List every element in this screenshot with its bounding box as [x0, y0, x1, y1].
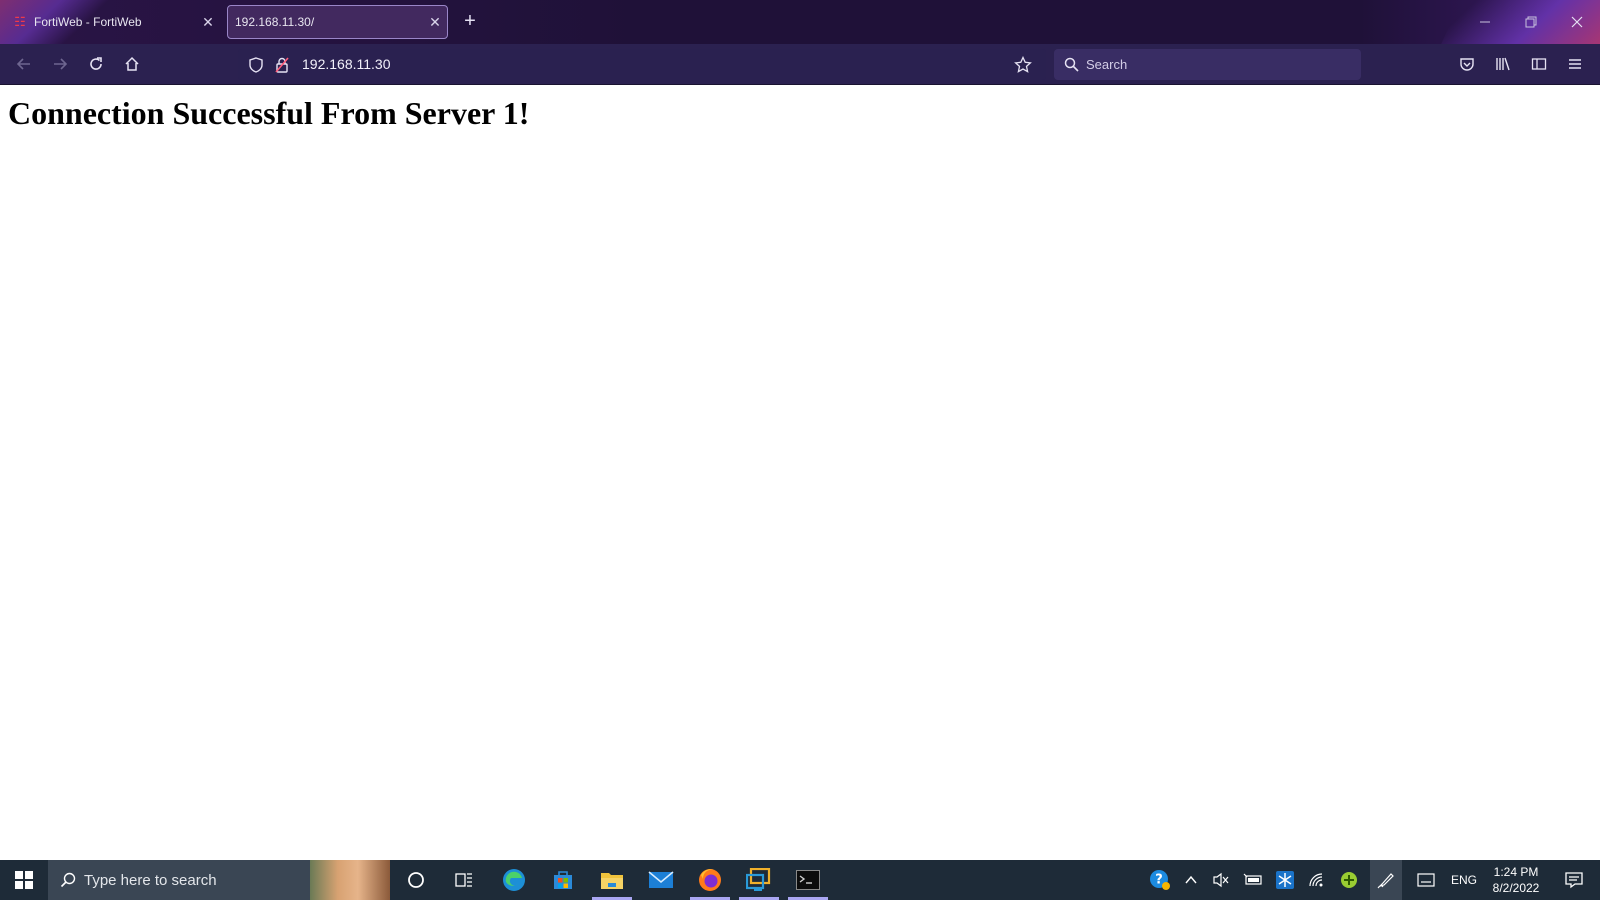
- close-tab-icon[interactable]: ✕: [196, 14, 220, 31]
- minimize-button[interactable]: [1462, 0, 1508, 44]
- new-tab-button[interactable]: +: [459, 10, 481, 32]
- fortinet-logo-icon: ☷: [14, 14, 26, 29]
- taskbar-search-placeholder: Type here to search: [84, 871, 217, 889]
- pocket-icon: [1460, 58, 1474, 71]
- cortana-button[interactable]: [392, 860, 440, 900]
- snowflake-icon: [1276, 871, 1294, 889]
- search-icon: [60, 872, 76, 888]
- help-icon: ?: [1150, 870, 1170, 890]
- wifi-icon: [1309, 873, 1323, 887]
- insecure-lock-icon[interactable]: [274, 57, 290, 73]
- menu-button[interactable]: [1563, 52, 1587, 76]
- shield-icon[interactable]: [248, 57, 264, 73]
- restore-icon: [1525, 16, 1537, 28]
- show-hidden-icons-button[interactable]: [1178, 860, 1204, 900]
- library-icon: [1496, 57, 1510, 71]
- volume-button[interactable]: [1208, 860, 1234, 900]
- windows-taskbar: Type here to search ? ENG 1:24 PM 8/2/20…: [0, 860, 1600, 900]
- home-icon: [125, 56, 139, 71]
- back-button[interactable]: [12, 52, 36, 76]
- tab-server[interactable]: 192.168.11.30/ ✕: [227, 5, 448, 39]
- taskbar-app-terminal[interactable]: [784, 860, 832, 900]
- start-button[interactable]: [0, 860, 48, 900]
- sidebar-icon: [1531, 58, 1547, 70]
- page-viewport: Connection Successful From Server 1!: [0, 85, 1600, 860]
- battery-button[interactable]: [1240, 860, 1266, 900]
- task-view-icon: [455, 873, 472, 887]
- cortana-circle-icon: [408, 872, 424, 888]
- hamburger-menu-icon: [1569, 59, 1581, 69]
- tab-fortiweb[interactable]: ☷ FortiWeb - FortiWeb ✕: [4, 5, 220, 39]
- bookmark-star-icon[interactable]: [1014, 56, 1032, 74]
- reload-button[interactable]: [84, 52, 108, 76]
- restore-button[interactable]: [1508, 0, 1554, 44]
- notifications-button[interactable]: [1554, 860, 1594, 900]
- search-bar[interactable]: Search: [1054, 49, 1361, 80]
- search-icon: [1064, 57, 1079, 72]
- help-tray-button[interactable]: ?: [1146, 860, 1174, 900]
- search-placeholder: Search: [1086, 57, 1128, 72]
- task-view-button[interactable]: [440, 860, 488, 900]
- close-icon: [1571, 16, 1583, 28]
- tab-label: 192.168.11.30/: [235, 15, 315, 29]
- taskbar-app-file-explorer[interactable]: [588, 860, 636, 900]
- taskbar-app-store[interactable]: [539, 860, 587, 900]
- forward-button[interactable]: [48, 52, 72, 76]
- windows-logo-icon: [15, 871, 33, 889]
- mail-icon: [648, 871, 674, 888]
- snowflake-tray-button[interactable]: [1272, 860, 1298, 900]
- reload-icon: [90, 57, 102, 70]
- chevron-up-icon: [1185, 875, 1197, 884]
- firefox-icon: [699, 869, 721, 891]
- taskbar-app-firefox[interactable]: [686, 860, 734, 900]
- clock-date: 8/2/2022: [1492, 881, 1540, 895]
- taskbar-app-remote-desktop[interactable]: [735, 860, 783, 900]
- input-language-indicator[interactable]: ENG: [1446, 860, 1482, 900]
- tab-label: FortiWeb - FortiWeb: [34, 15, 142, 29]
- svg-text:?: ?: [1155, 873, 1163, 888]
- browser-titlebar: ☷ FortiWeb - FortiWeb ✕ 192.168.11.30/ ✕…: [0, 0, 1600, 44]
- pocket-button[interactable]: [1455, 52, 1479, 76]
- taskbar-search-box[interactable]: Type here to search: [48, 860, 390, 900]
- vpn-tray-button[interactable]: [1336, 860, 1362, 900]
- network-button[interactable]: [1304, 860, 1330, 900]
- pen-icon: [1377, 873, 1394, 889]
- terminal-icon: [796, 870, 820, 890]
- address-bar[interactable]: 192.168.11.30: [238, 49, 1046, 80]
- url-text: 192.168.11.30: [302, 56, 391, 72]
- close-tab-icon[interactable]: ✕: [423, 14, 447, 31]
- browser-navbar: 192.168.11.30 Search: [0, 44, 1600, 85]
- touch-keyboard-button[interactable]: [1412, 860, 1440, 900]
- search-highlight-image: [310, 860, 390, 900]
- arrow-right-icon: [54, 58, 68, 70]
- clock-time: 1:24 PM: [1493, 865, 1539, 879]
- minimize-icon: [1480, 21, 1490, 23]
- store-icon: [554, 871, 572, 889]
- taskbar-app-mail[interactable]: [637, 860, 685, 900]
- remote-desktop-icon: [746, 868, 771, 891]
- keyboard-icon: [1417, 873, 1435, 887]
- volume-muted-icon: [1213, 872, 1229, 888]
- close-window-button[interactable]: [1554, 0, 1600, 44]
- taskbar-app-edge[interactable]: [490, 860, 538, 900]
- battery-charging-icon: [1243, 873, 1262, 885]
- home-button[interactable]: [120, 52, 144, 76]
- sidebar-button[interactable]: [1527, 52, 1551, 76]
- file-explorer-icon: [601, 873, 623, 889]
- pen-workspace-button[interactable]: [1370, 860, 1402, 900]
- library-button[interactable]: [1491, 52, 1515, 76]
- notification-center-icon: [1565, 872, 1583, 889]
- clock[interactable]: 1:24 PM 8/2/2022: [1486, 860, 1546, 900]
- page-heading: Connection Successful From Server 1!: [8, 95, 530, 131]
- arrow-left-icon: [16, 58, 30, 70]
- edge-icon: [503, 869, 525, 891]
- vpn-shield-icon: [1341, 872, 1357, 888]
